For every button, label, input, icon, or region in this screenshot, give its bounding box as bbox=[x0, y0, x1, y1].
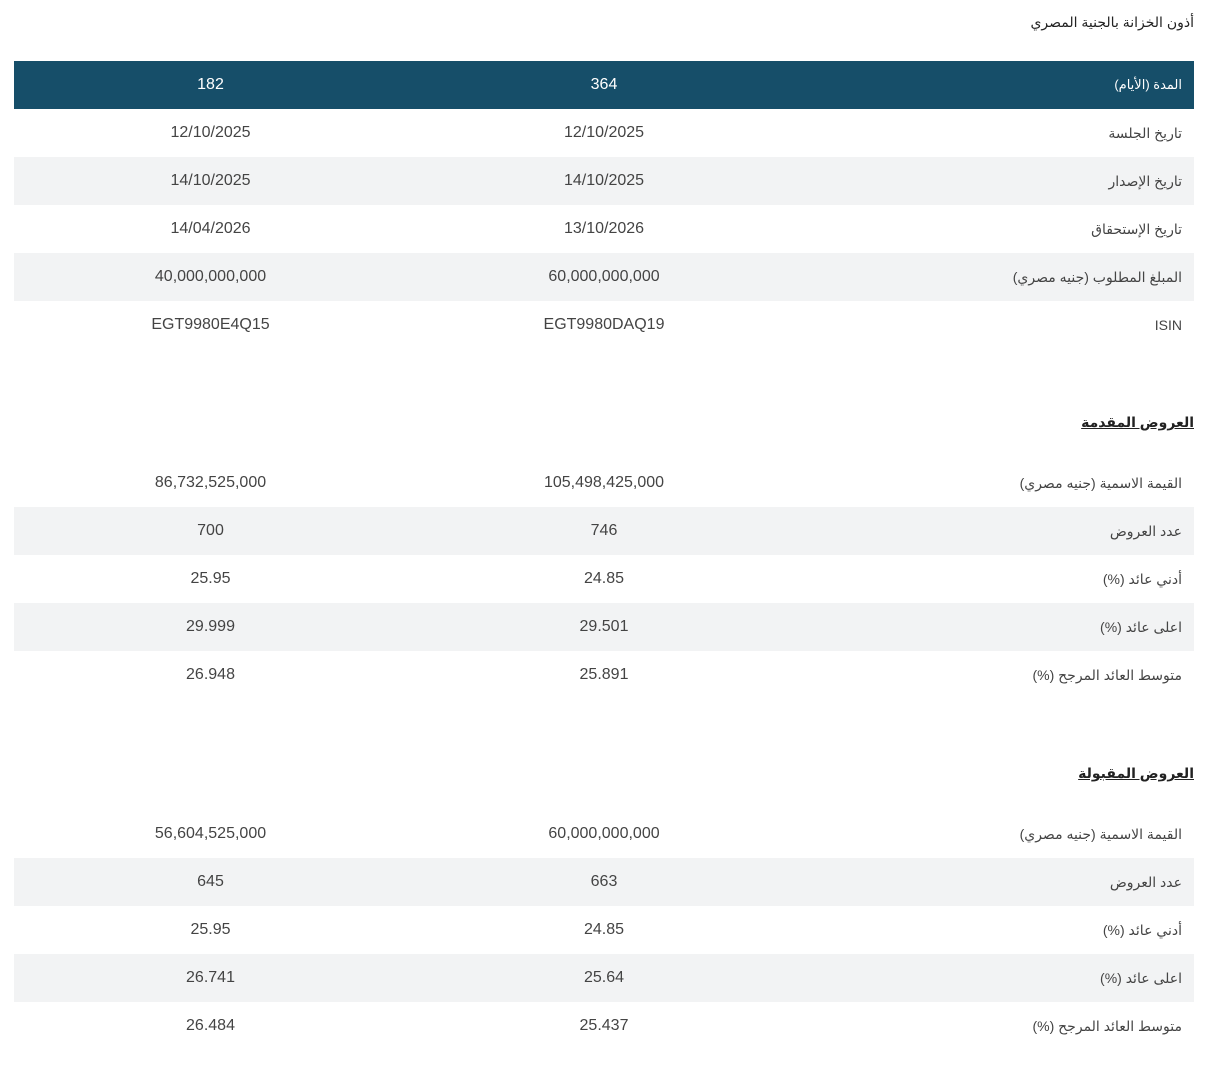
cell-182: 14/04/2026 bbox=[170, 220, 251, 237]
table-row: 86,732,525,000 105,498,425,000 القيمة ال… bbox=[14, 459, 1194, 507]
cell-364: 663 bbox=[590, 873, 618, 890]
cell-364: 60,000,000,000 bbox=[548, 825, 660, 842]
cell-364: 105,498,425,000 bbox=[543, 474, 665, 491]
cell-364: 60,000,000,000 bbox=[548, 268, 660, 285]
cell-182: 700 bbox=[197, 522, 224, 539]
cell-364: 25.437 bbox=[579, 1017, 629, 1034]
section-title-offers-submitted: العروض المقدمة bbox=[1081, 414, 1194, 430]
row-label: متوسط العائد المرجح (%) bbox=[1032, 1018, 1182, 1034]
cell-182: 26.741 bbox=[186, 969, 235, 986]
table-row: 40,000,000,000 60,000,000,000 المبلغ الم… bbox=[14, 253, 1194, 301]
cell-364: 12/10/2025 bbox=[563, 124, 645, 141]
page-title: أذون الخزانة بالجنية المصري bbox=[1030, 14, 1194, 30]
cell-182: 12/10/2025 bbox=[170, 124, 251, 141]
offers-submitted-table: 86,732,525,000 105,498,425,000 القيمة ال… bbox=[14, 459, 1194, 699]
cell-364: 746 bbox=[590, 522, 618, 539]
header-182-days: 182 bbox=[197, 76, 224, 93]
cell-364: EGT9980DAQ19 bbox=[543, 316, 665, 333]
cell-364: 24.85 bbox=[583, 570, 625, 587]
cell-182: 29.999 bbox=[186, 618, 235, 635]
header-duration-label: المدة (الأيام) bbox=[1114, 77, 1182, 92]
row-label: اعلى عائد (%) bbox=[1100, 970, 1182, 986]
cell-182: 14/10/2025 bbox=[170, 172, 251, 189]
table-row: 12/10/2025 12/10/2025 تاريخ الجلسة bbox=[14, 109, 1194, 157]
cell-182: 25.95 bbox=[190, 921, 231, 938]
table-row: 26.484 25.437 متوسط العائد المرجح (%) bbox=[14, 1002, 1194, 1050]
row-label: القيمة الاسمية (جنيه مصري) bbox=[1019, 475, 1182, 491]
header-364-days: 364 bbox=[590, 76, 618, 93]
table-row: 700 746 عدد العروض bbox=[14, 507, 1194, 555]
cell-364: 13/10/2026 bbox=[563, 220, 645, 237]
table-row: 56,604,525,000 60,000,000,000 القيمة الا… bbox=[14, 810, 1194, 858]
row-label: تاريخ الإصدار bbox=[1108, 173, 1182, 189]
cell-182: 26.484 bbox=[186, 1017, 235, 1034]
table-row: 26.741 25.64 اعلى عائد (%) bbox=[14, 954, 1194, 1002]
row-label: عدد العروض bbox=[1109, 523, 1182, 539]
cell-364: 25.891 bbox=[579, 666, 629, 683]
table-row: EGT9980E4Q15 EGT9980DAQ19 ISIN bbox=[14, 301, 1194, 349]
row-label: اعلى عائد (%) bbox=[1100, 619, 1182, 635]
section-title-offers-accepted: العروض المقبولة bbox=[1078, 765, 1194, 781]
cell-182: 40,000,000,000 bbox=[154, 268, 267, 285]
cell-364: 24.85 bbox=[583, 921, 625, 938]
row-label: أدني عائد (%) bbox=[1102, 571, 1182, 587]
row-label: ISIN bbox=[1154, 317, 1182, 333]
table-row: 26.948 25.891 متوسط العائد المرجح (%) bbox=[14, 651, 1194, 699]
cell-364: 14/10/2025 bbox=[563, 172, 645, 189]
treasury-bills-table: 182 364 المدة (الأيام) 12/10/2025 12/10/… bbox=[14, 61, 1194, 349]
table-header-row: 182 364 المدة (الأيام) bbox=[14, 61, 1194, 109]
table-row: 14/04/2026 13/10/2026 تاريخ الإستحقاق bbox=[14, 205, 1194, 253]
offers-accepted-table: 56,604,525,000 60,000,000,000 القيمة الا… bbox=[14, 810, 1194, 1050]
table-row: 645 663 عدد العروض bbox=[14, 858, 1194, 906]
row-label: عدد العروض bbox=[1109, 874, 1182, 890]
table-row: 25.95 24.85 أدني عائد (%) bbox=[14, 906, 1194, 954]
table-row: 29.999 29.501 اعلى عائد (%) bbox=[14, 603, 1194, 651]
row-label: تاريخ الجلسة bbox=[1108, 125, 1182, 141]
cell-182: 86,732,525,000 bbox=[154, 474, 267, 491]
cell-182: 56,604,525,000 bbox=[154, 825, 267, 842]
cell-364: 25.64 bbox=[583, 969, 625, 986]
row-label: متوسط العائد المرجح (%) bbox=[1032, 667, 1182, 683]
row-label: المبلغ المطلوب (جنيه مصري) bbox=[1012, 269, 1182, 285]
row-label: القيمة الاسمية (جنيه مصري) bbox=[1019, 826, 1182, 842]
row-label: أدني عائد (%) bbox=[1102, 922, 1182, 938]
cell-182: 25.95 bbox=[190, 570, 231, 587]
cell-182: 26.948 bbox=[186, 666, 235, 683]
row-label: تاريخ الإستحقاق bbox=[1091, 221, 1182, 237]
table-row: 25.95 24.85 أدني عائد (%) bbox=[14, 555, 1194, 603]
cell-182: 645 bbox=[197, 873, 224, 890]
cell-182: EGT9980E4Q15 bbox=[151, 316, 270, 333]
table-row: 14/10/2025 14/10/2025 تاريخ الإصدار bbox=[14, 157, 1194, 205]
cell-364: 29.501 bbox=[579, 618, 629, 635]
